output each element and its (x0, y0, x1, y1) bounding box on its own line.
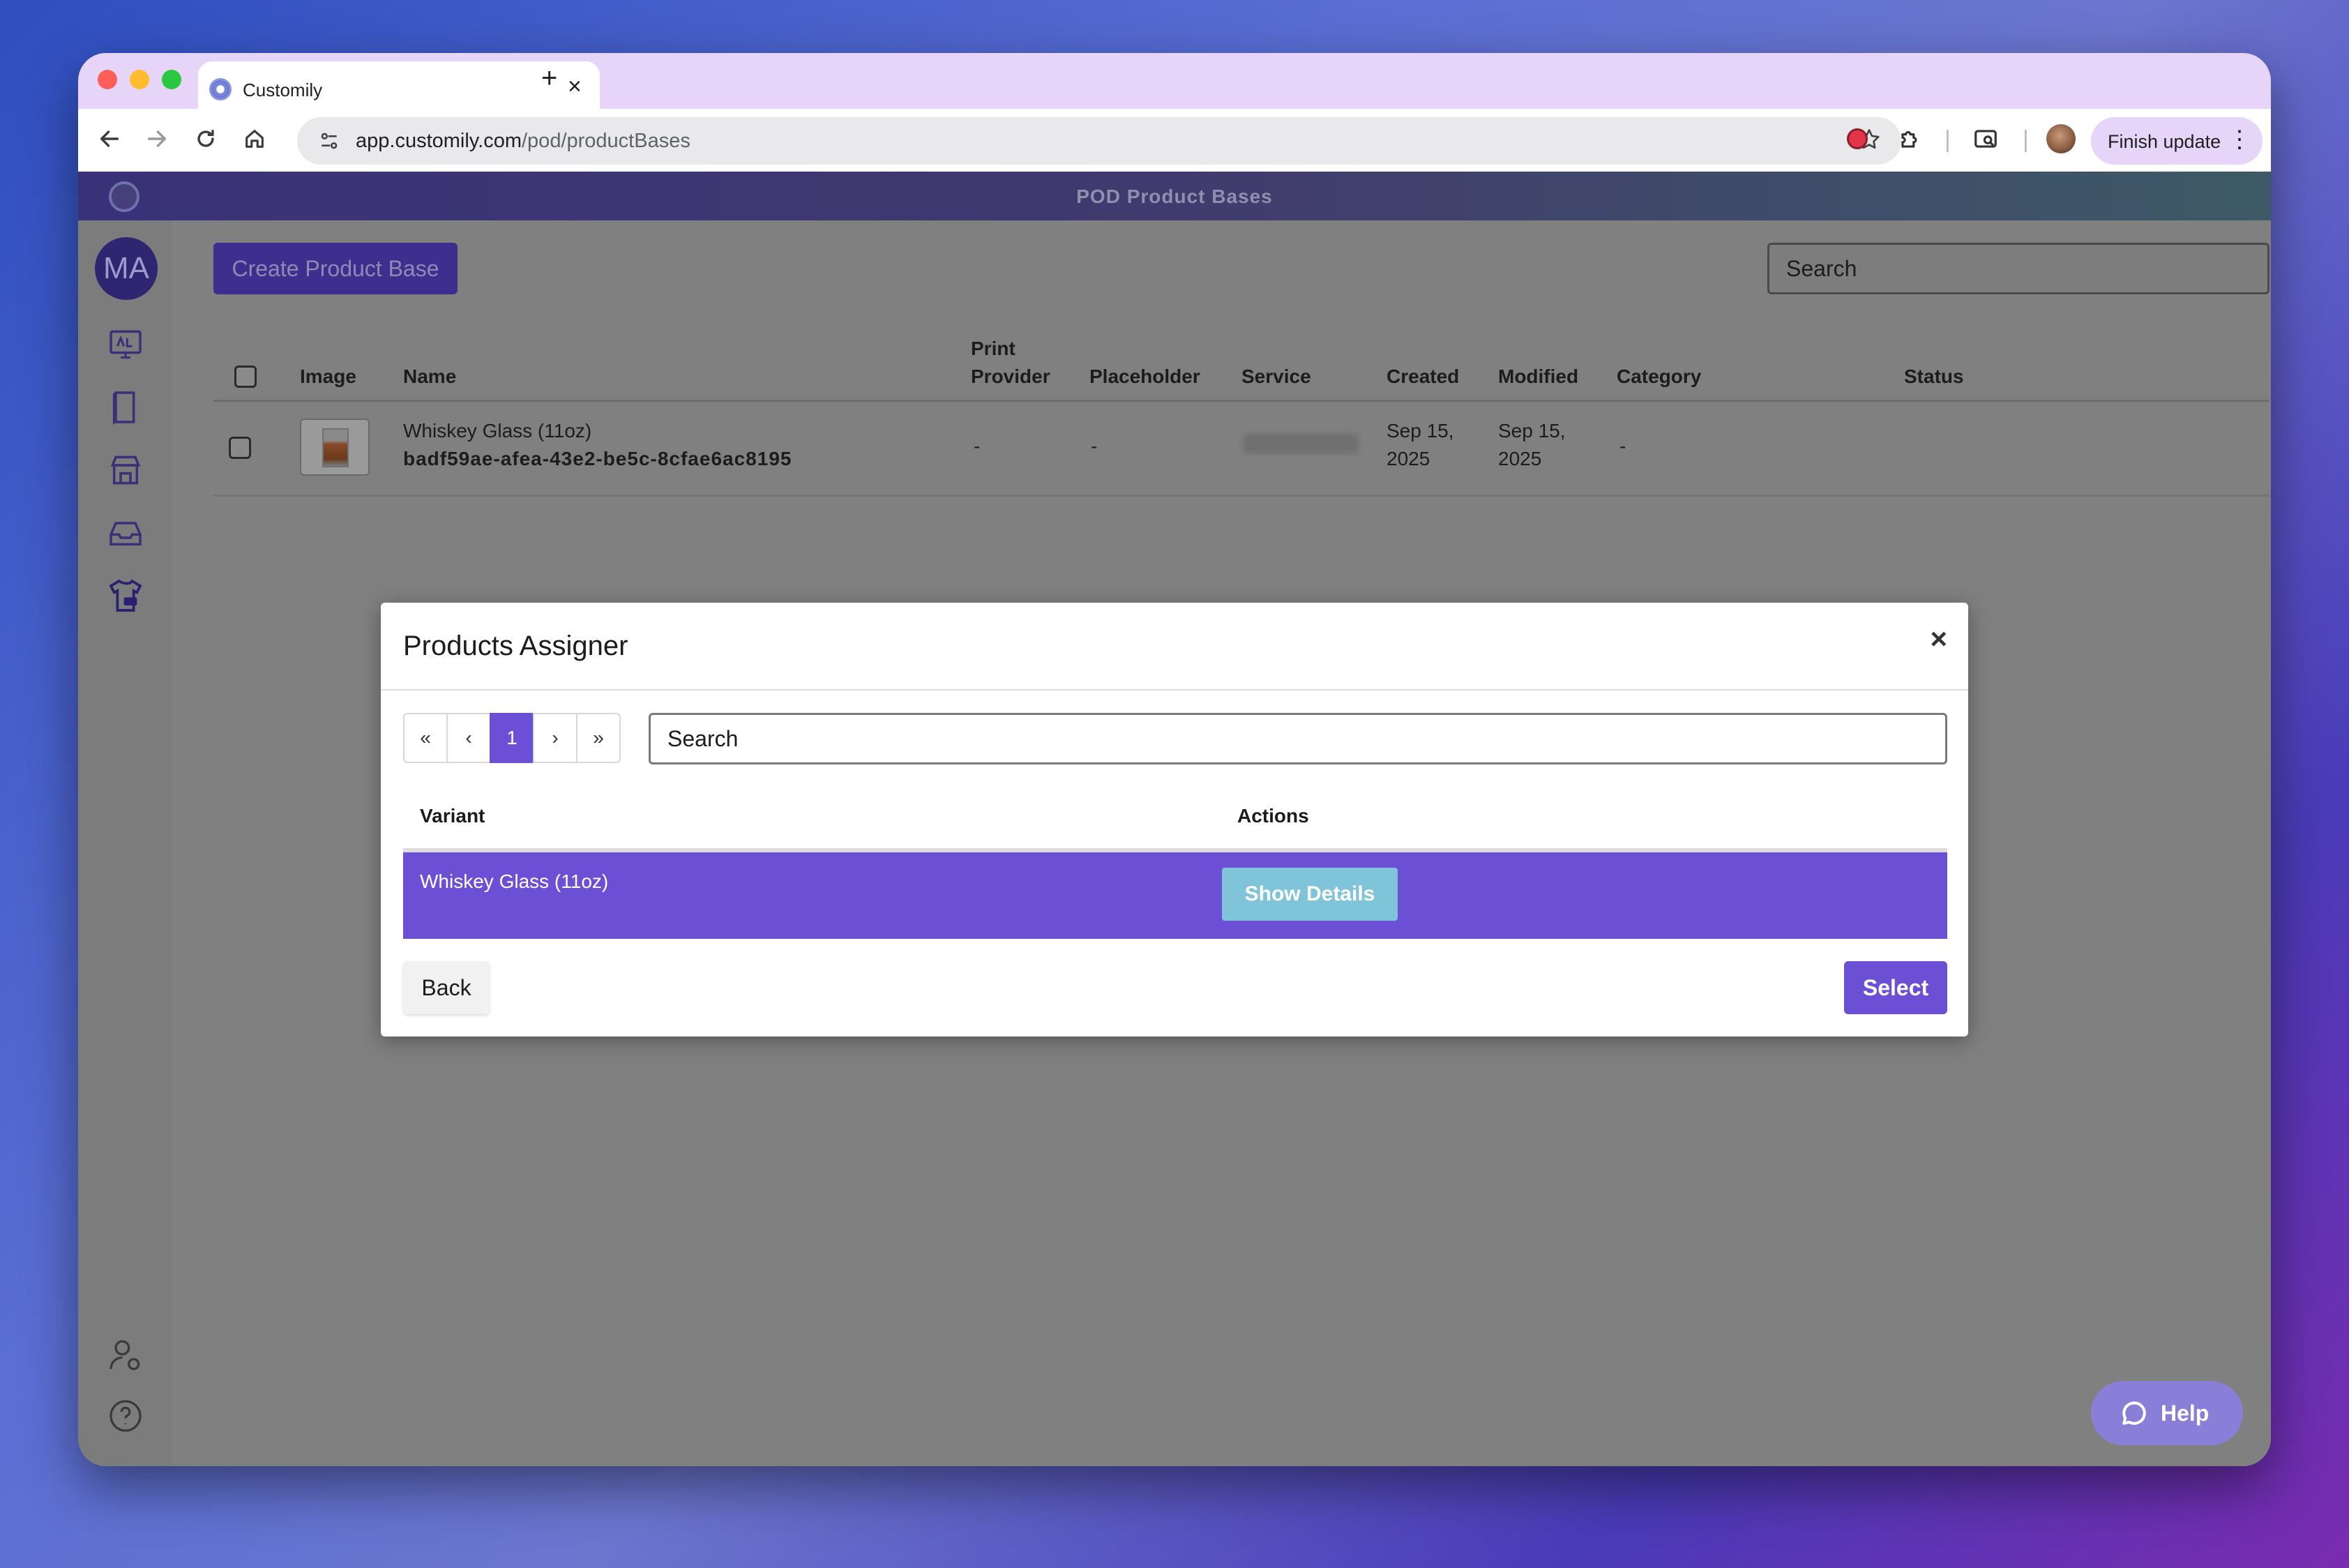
last-page-button[interactable]: » (576, 713, 621, 763)
help-button[interactable]: Help (2091, 1381, 2243, 1445)
product-id: badf59ae-afea-43e2-be5c-8cfae6ac8195 (403, 448, 792, 469)
col-service[interactable]: Service (1241, 363, 1311, 391)
chat-bubble-icon (2119, 1398, 2150, 1428)
prev-page-button[interactable]: ‹ (446, 713, 491, 763)
browser-toolbar: app.customily.com/pod/productBases | | F… (78, 109, 2271, 172)
customily-favicon-icon (209, 78, 232, 100)
browser-menu-icon[interactable]: ⋮ (2228, 127, 2251, 152)
user-settings-icon[interactable] (106, 1336, 145, 1375)
site-settings-icon[interactable] (318, 130, 340, 157)
select-button[interactable]: Select (1844, 961, 1947, 1014)
pagination: « ‹ 1 › » (403, 713, 621, 763)
modal-close-icon[interactable]: × (1930, 624, 1947, 654)
address-bar[interactable]: app.customily.com/pod/productBases (297, 117, 1901, 165)
finish-update-label: Finish update (2108, 131, 2221, 152)
next-page-button[interactable]: › (533, 713, 577, 763)
col-placeholder[interactable]: Placeholder (1089, 363, 1200, 391)
modified-date-line2: 2025 (1498, 448, 1542, 469)
placeholder-value: - (1091, 435, 1098, 457)
col-image[interactable]: Image (300, 363, 356, 391)
products-assigner-modal: Products Assigner × « ‹ 1 › » Variant Ac… (381, 603, 1968, 1036)
variant-row[interactable]: Whiskey Glass (11oz) Show Details (403, 852, 1947, 939)
browser-tab[interactable]: Customily × (198, 61, 600, 109)
table-row[interactable]: Whiskey Glass (11oz) badf59ae-afea-43e2-… (213, 403, 2269, 497)
service-value-blurred (1243, 434, 1359, 453)
table-header: Image Name Print Provider Placeholder Se… (213, 318, 2269, 402)
select-all-checkbox[interactable] (234, 365, 257, 388)
show-details-button[interactable]: Show Details (1222, 868, 1398, 921)
minimize-window-button[interactable] (130, 70, 149, 89)
print-provider-value: - (974, 435, 981, 457)
product-thumbnail (300, 419, 370, 476)
sidebar: MA (78, 220, 172, 1466)
modal-search-input[interactable] (649, 713, 1947, 764)
tab-search-icon[interactable] (1972, 126, 1999, 158)
pod-shirt-icon[interactable] (106, 576, 145, 615)
search-input[interactable] (1767, 243, 2269, 294)
new-tab-button[interactable]: + (541, 64, 557, 92)
profile-avatar[interactable] (2046, 124, 2076, 153)
first-page-button[interactable]: « (403, 713, 448, 763)
row-checkbox[interactable] (229, 437, 251, 459)
extension-red-icon[interactable] (1847, 128, 1868, 149)
help-label: Help (2161, 1401, 2210, 1426)
variant-name: Whiskey Glass (11oz) (420, 870, 609, 892)
back-button[interactable]: Back (403, 961, 490, 1014)
whiskey-glass-image (322, 428, 349, 467)
col-category[interactable]: Category (1617, 363, 1701, 391)
url-text: app.customily.com/pod/productBases (356, 130, 690, 153)
inbox-icon[interactable] (106, 513, 145, 552)
back-arrow-icon[interactable] (98, 127, 121, 157)
col-created[interactable]: Created (1387, 363, 1459, 391)
modified-date-line1: Sep 15, (1498, 420, 1566, 442)
created-date-line1: Sep 15, (1387, 420, 1454, 442)
category-value: - (1619, 435, 1626, 457)
store-icon[interactable] (106, 451, 145, 490)
modal-title: Products Assigner (403, 631, 628, 661)
created-date-line2: 2025 (1387, 448, 1430, 469)
user-avatar[interactable]: MA (95, 237, 158, 300)
tab-title: Customily (243, 80, 323, 100)
create-product-base-button[interactable]: Create Product Base (213, 243, 458, 294)
col-variant: Variant (420, 805, 485, 827)
tab-strip: Customily × + (78, 53, 2271, 109)
extension-puzzle-icon[interactable] (1897, 126, 1924, 158)
col-actions: Actions (1237, 805, 1309, 827)
close-window-button[interactable] (98, 70, 117, 89)
divider: | (2023, 126, 2029, 153)
page-1-button[interactable]: 1 (490, 713, 534, 763)
home-icon[interactable] (243, 127, 266, 157)
designs-icon[interactable] (106, 325, 145, 364)
reload-icon[interactable] (194, 127, 218, 157)
col-print-provider-line2[interactable]: Provider (971, 363, 1050, 391)
help-circle-icon[interactable] (106, 1396, 145, 1435)
maximize-window-button[interactable] (162, 70, 181, 89)
url-host: app.customily.com (356, 130, 522, 152)
col-modified[interactable]: Modified (1498, 363, 1578, 391)
finish-update-button[interactable]: Finish update ⋮ (2091, 117, 2263, 165)
book-icon[interactable] (106, 388, 145, 427)
tab-close-icon[interactable]: × (568, 74, 582, 99)
col-name[interactable]: Name (403, 363, 456, 391)
product-name: Whiskey Glass (11oz) (403, 420, 592, 442)
page-title: POD Product Bases (1076, 186, 1273, 207)
forward-arrow-icon[interactable] (145, 127, 169, 157)
app-header: POD Product Bases (78, 172, 2271, 220)
divider (381, 689, 1968, 691)
col-status[interactable]: Status (1904, 363, 1964, 391)
col-print-provider-line1[interactable]: Print (971, 335, 1015, 363)
divider: | (1944, 126, 1951, 153)
url-path: /pod/productBases (522, 130, 690, 152)
